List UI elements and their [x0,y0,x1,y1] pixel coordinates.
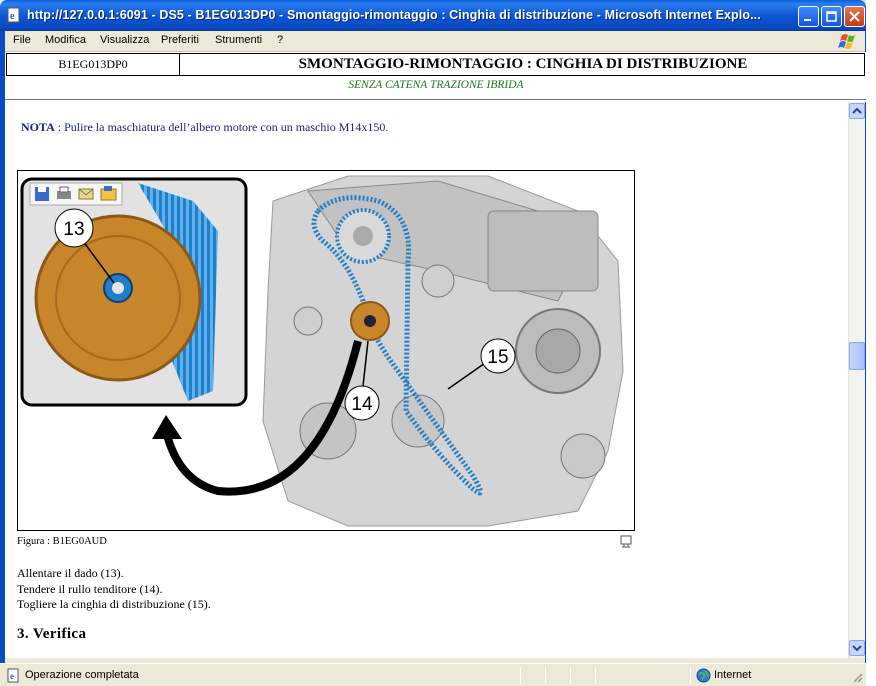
menu-help[interactable]: ? [277,34,283,46]
globe-icon [696,668,711,683]
figure-image: 15 14 13 [17,170,635,531]
scroll-up-button[interactable] [849,103,865,119]
callout-14: 14 [351,394,373,415]
menu-file[interactable]: File [13,34,31,46]
zoom-figure-icon[interactable] [619,534,633,548]
menu-bar: File Modifica Visualizza Preferiti Strum… [0,31,866,52]
chevron-up-icon [852,107,862,114]
document-code: B1EG013DP0 [7,54,180,75]
document-header: B1EG013DP0 SMONTAGGIO-RIMONTAGGIO : CING… [5,52,867,102]
mail-icon[interactable] [78,188,94,200]
svg-text:e: e [10,11,15,22]
close-button[interactable] [844,6,865,27]
instruction-list: Allentare il dado (13). Tendere il rullo… [17,566,211,613]
header-divider [5,99,867,100]
menu-strumenti[interactable]: Strumenti [215,34,262,46]
minimize-icon [804,19,811,21]
menu-preferiti[interactable]: Preferiti [161,34,199,46]
chevron-down-icon [852,645,862,652]
header-table: B1EG013DP0 SMONTAGGIO-RIMONTAGGIO : CING… [6,53,865,76]
ie-document-icon: e [7,7,20,23]
background-window-edge [866,0,876,686]
status-separator [545,667,546,684]
nota-line: NOTA : Pulire la maschiatura dell’albero… [21,120,388,135]
nota-label: NOTA [21,120,55,134]
engine-timing-belt-illustration: 15 14 13 [18,171,634,530]
close-icon [849,11,860,22]
callout-13: 13 [63,219,84,240]
minimize-button[interactable] [798,6,819,27]
maximize-button[interactable] [821,6,842,27]
scroll-down-button[interactable] [849,640,865,656]
window-title: http://127.0.0.1:6091 - DS5 - B1EG013DP0… [27,8,761,22]
status-separator [570,667,571,684]
vertical-scrollbar[interactable] [848,102,865,658]
menu-visualizza[interactable]: Visualizza [100,34,149,46]
instruction-step-3: Togliere la cinghia di distribuzione (15… [17,597,211,611]
section-heading: 3. Verifica [17,626,87,642]
callout-15: 15 [487,347,508,368]
resize-grip-icon[interactable] [852,672,864,684]
instruction-step-1: Allentare il dado (13). [17,566,124,580]
instruction-step-2: Tendere il rullo tenditore (14). [17,581,163,596]
document-subtitle: SENZA CATENA TRAZIONE IBRIDA [348,79,524,91]
status-separator [520,667,521,684]
status-separator [690,667,691,684]
menu-modifica[interactable]: Modifica [45,34,86,46]
scroll-thumb[interactable] [849,342,865,370]
save-icon[interactable] [35,187,49,201]
document-content: NOTA : Pulire la maschiatura dell’albero… [5,102,848,658]
page-icon: e [7,668,19,683]
security-zone: Internet [714,669,752,681]
svg-text:e: e [10,671,14,681]
maximize-icon [826,11,837,22]
figure-caption: Figura : B1EG0AUD [17,536,107,547]
document-title: SMONTAGGIO-RIMONTAGGIO : CINGHIA DI DIST… [298,56,748,72]
title-bar: e http://127.0.0.1:6091 - DS5 - B1EG013D… [0,0,866,31]
status-separator [595,667,596,684]
nota-text: : Pulire la maschiatura dell’albero moto… [54,120,389,134]
status-bar: e Operazione completata Internet [0,663,866,686]
status-message: Operazione completata [25,669,139,681]
windows-logo-icon [838,34,855,49]
